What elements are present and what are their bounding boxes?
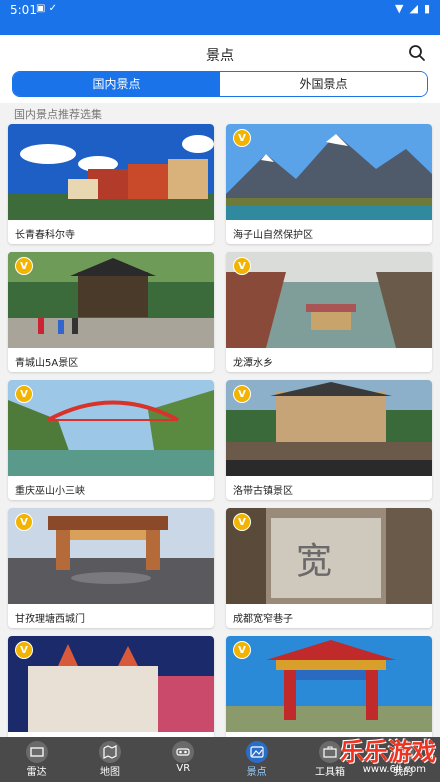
tab-foreign[interactable]: 外国景点 (220, 72, 427, 96)
scenic-caption: 重庆巫山小三峡 (15, 486, 85, 497)
page-title: 景点 (206, 48, 234, 64)
toolbox-icon (318, 741, 341, 763)
scenic-photo (8, 252, 214, 348)
segmented-tabs: 国内景点 外国景点 (12, 71, 428, 97)
scenic-caption: 海子山自然保护区 (233, 230, 313, 241)
vip-badge-icon: V (233, 257, 251, 275)
scenic-card[interactable]: V 甘孜理塘西城门 (8, 508, 214, 628)
nav-radar[interactable]: 雷达 (0, 737, 73, 782)
vip-badge-icon: V (15, 257, 33, 275)
scenic-photo (8, 380, 214, 476)
scenic-caption: 龙潭水乡 (233, 358, 273, 369)
vip-badge-icon: V (233, 129, 251, 147)
scenic-caption: 甘孜理塘西城门 (15, 614, 85, 625)
battery-icon: ▮ (423, 2, 430, 15)
nav-label: VR (176, 763, 191, 774)
nav-label: 地图 (99, 767, 120, 778)
scenic-card[interactable]: 宽 V 成都宽窄巷子 (226, 508, 432, 628)
vip-badge-icon: V (233, 641, 251, 659)
status-time: 5:01 (10, 3, 37, 17)
scenic-card[interactable]: V 洛带古镇景区 (226, 380, 432, 500)
scenic-photo: 宽 (226, 508, 432, 604)
section-title: 国内景点推荐选集 (14, 108, 102, 121)
scenic-photo (8, 508, 214, 604)
scenic-icon (245, 741, 268, 763)
map-icon (98, 741, 121, 763)
scenic-card[interactable]: V 青城山5A景区 (8, 252, 214, 372)
vip-badge-icon: V (15, 513, 33, 531)
watermark-logo: 乐乐游戏 (340, 738, 436, 766)
nav-scenic[interactable]: 景点 (220, 737, 293, 782)
top-bar: 景点 (0, 35, 440, 71)
watermark-url: www.6ll.com (362, 764, 426, 775)
scenic-card[interactable]: 长青春科尔寺 (8, 124, 214, 244)
radar-icon (25, 741, 48, 763)
nav-vr[interactable]: VR (147, 737, 220, 782)
vip-badge-icon: V (233, 385, 251, 403)
wifi-icon: ▼ (395, 2, 404, 15)
scenic-caption: 洛带古镇景区 (233, 486, 293, 497)
scenic-caption: 青城山5A景区 (15, 358, 79, 369)
nav-label: 雷达 (26, 767, 47, 778)
signal-icon: ◢ (409, 2, 418, 15)
vip-badge-icon: V (15, 385, 33, 403)
status-icons: ▼ ◢ ▮ (395, 2, 430, 15)
vr-icon (172, 741, 195, 763)
scenic-photo (226, 636, 432, 732)
scenic-caption: 长青春科尔寺 (15, 230, 75, 241)
scenic-card[interactable]: V 海子山自然保护区 (226, 124, 432, 244)
notification-icons: ▣ ✓ (36, 3, 58, 14)
vip-badge-icon: V (15, 641, 33, 659)
scenic-photo (8, 124, 214, 220)
scenic-caption: 成都宽窄巷子 (233, 614, 293, 625)
scenic-photo (226, 252, 432, 348)
scenic-card[interactable]: V 重庆巫山小三峡 (8, 380, 214, 500)
scenic-photo (8, 636, 214, 732)
nav-label: 景点 (246, 767, 267, 778)
scenic-photo (226, 124, 432, 220)
search-icon[interactable] (408, 44, 426, 62)
tab-bar-container: 国内景点 外国景点 (0, 71, 440, 103)
tab-domestic[interactable]: 国内景点 (13, 72, 220, 96)
scenic-photo (226, 380, 432, 476)
nav-map[interactable]: 地图 (73, 737, 146, 782)
svg-text:宽: 宽 (296, 541, 332, 582)
vip-badge-icon: V (233, 513, 251, 531)
scenic-card[interactable]: V 龙潭水乡 (226, 252, 432, 372)
status-bar: 5:01 ▣ ✓ ▼ ◢ ▮ (0, 0, 440, 35)
